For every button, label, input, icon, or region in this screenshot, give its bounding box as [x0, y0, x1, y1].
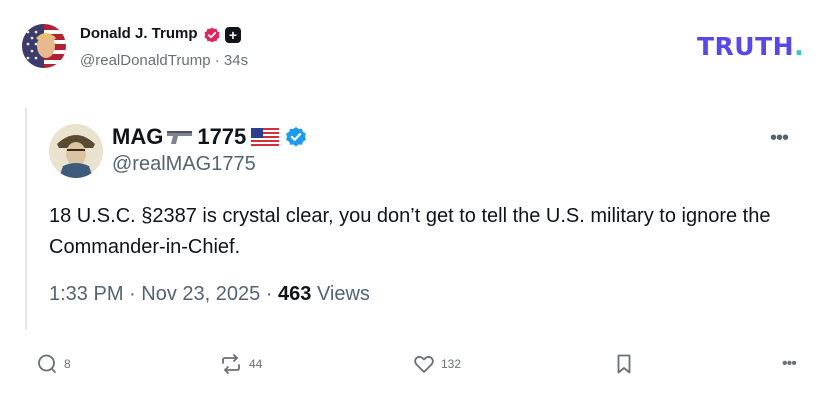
- quoted-avatar[interactable]: [49, 124, 103, 178]
- reply-button[interactable]: 8: [36, 352, 71, 376]
- post-more-label: •••: [782, 355, 797, 372]
- retruth-icon: [222, 354, 240, 374]
- quoted-more-button[interactable]: •••: [770, 127, 789, 150]
- verified-badge-icon: [204, 27, 220, 43]
- verified-check-icon: [286, 127, 307, 147]
- logo-dot: .: [794, 32, 805, 61]
- heart-icon: [414, 355, 434, 373]
- quoted-views-count: 463: [278, 283, 312, 305]
- quoted-views-label: Views: [311, 283, 370, 305]
- post-meta: @realDonaldTrump · 34s: [80, 52, 248, 69]
- author-handle[interactable]: @realDonaldTrump: [80, 52, 211, 69]
- quoted-time[interactable]: 1:33 PM · Nov 23, 2025 ·: [49, 283, 278, 305]
- quoted-name-prefix: MAG: [112, 124, 164, 149]
- quote-divider-line: [25, 108, 27, 330]
- retruth-button[interactable]: 44: [219, 352, 262, 376]
- quoted-handle[interactable]: @realMAG1775: [112, 153, 256, 176]
- author-name[interactable]: Donald J. Trump: [80, 25, 198, 42]
- like-count: 132: [441, 357, 462, 371]
- author-avatar[interactable]: [22, 24, 66, 68]
- retruth-count: 44: [249, 357, 263, 371]
- post-more-button[interactable]: •••: [782, 352, 797, 376]
- pistol-emoji-icon: [167, 131, 193, 144]
- like-button[interactable]: 132: [413, 352, 461, 376]
- meta-separator: ·: [214, 52, 220, 69]
- bookmark-icon: [617, 354, 631, 374]
- reply-count: 8: [64, 357, 71, 371]
- us-flag-icon: [251, 128, 280, 146]
- reply-icon: [38, 354, 56, 373]
- bookmark-button[interactable]: [615, 352, 639, 376]
- quoted-post-text: 18 U.S.C. §2387 is crystal clear, you do…: [49, 205, 771, 258]
- truth-logo: TRUTH.: [697, 32, 804, 61]
- logo-text: TRUTH: [697, 32, 795, 61]
- plus-badge-icon: +: [225, 27, 241, 43]
- quoted-name-suffix: 1775: [197, 124, 247, 149]
- quoted-name[interactable]: MAG 1775: [112, 123, 307, 151]
- post-time[interactable]: 34s: [224, 52, 248, 69]
- quoted-timestamp: 1:33 PM · Nov 23, 2025 · 463 Views: [49, 283, 370, 306]
